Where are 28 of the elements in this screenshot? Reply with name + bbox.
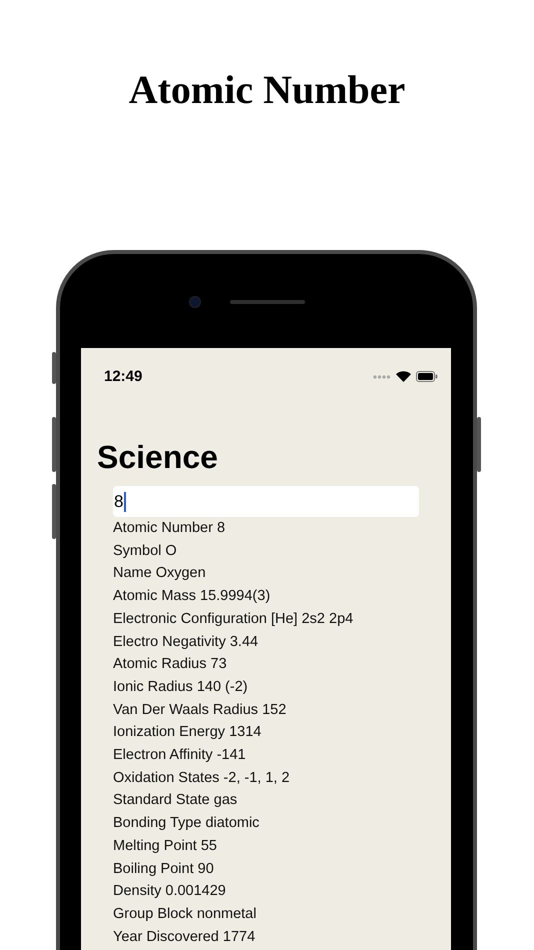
detail-row-text: Electro Negativity 3.44 — [113, 632, 260, 652]
detail-row-text: Boiling Point 90 — [113, 860, 215, 879]
detail-row-text: Van Der Waals Radius 152 — [113, 700, 288, 720]
detail-row-text: Ionization Energy 1314 — [113, 723, 262, 742]
text-caret — [124, 492, 126, 512]
headline: Atomic Number — [128, 66, 406, 114]
detail-row-text: Bonding Type diatomic — [113, 814, 260, 834]
status-time: 12:49 — [104, 368, 142, 385]
detail-row-text: Group Block nonmetal — [113, 904, 258, 924]
detail-row-text: Melting Point 55 — [113, 836, 218, 856]
detail-row-text: Name Oxygen — [113, 564, 207, 584]
signal-icon — [373, 374, 391, 378]
detail-row-text: Year Discovered 1774 — [113, 928, 256, 947]
detail-row-text: Ionic Radius 140 (-2) — [113, 678, 249, 697]
detail-row-text: Electronic Configuration [He] 2s2 2p4 — [113, 610, 354, 629]
detail-row-text: Atomic Number 8 — [113, 519, 226, 538]
camera-icon — [188, 296, 200, 308]
detail-row-text: Density 0.001429 — [113, 882, 227, 902]
detail-row-text: Oxidation States -2, -1, 1, 2 — [113, 768, 291, 788]
detail-row-text: Atomic Radius 73 — [113, 655, 228, 674]
detail-row-text: Symbol O — [113, 542, 178, 561]
detail-row-text: Electron Affinity -141 — [113, 746, 247, 766]
detail-row-text: Atomic Mass 15.9994(3) — [113, 587, 272, 606]
screen-title: Science — [97, 438, 219, 476]
wifi-icon — [396, 371, 411, 382]
search-field[interactable]: 8 — [113, 486, 419, 517]
detail-row-text: Standard State gas — [113, 791, 238, 810]
battery-icon — [416, 371, 438, 382]
